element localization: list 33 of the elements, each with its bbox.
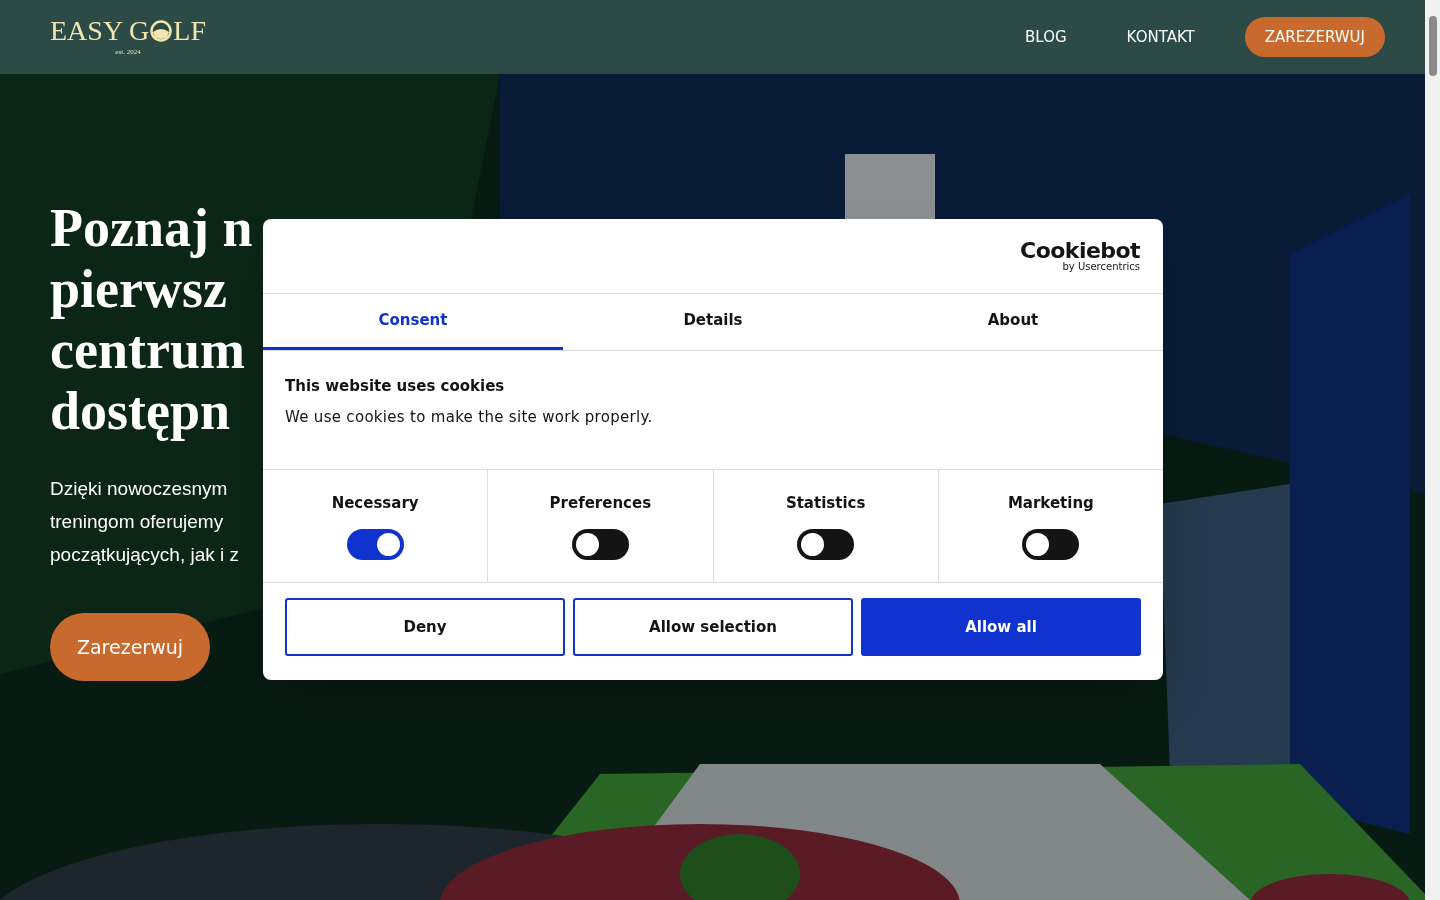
dialog-tab[interactable]: Details xyxy=(563,294,863,350)
logo-text: EASY G xyxy=(50,16,150,45)
hero-text: Dzięki nowoczesnym xyxy=(50,477,228,501)
toggle-switch[interactable] xyxy=(797,528,855,560)
hero-text: początkujących, jak i z xyxy=(50,543,240,567)
hero-heading: dostępn xyxy=(50,381,231,442)
hero-heading: pierwsz xyxy=(50,259,227,320)
category-label: Statistics xyxy=(785,493,866,515)
dialog-tab[interactable]: Consent xyxy=(263,294,563,350)
logo-text: LF xyxy=(173,16,206,45)
nav-link[interactable]: KONTAKT xyxy=(1126,25,1195,49)
toggle-switch[interactable] xyxy=(1022,528,1080,560)
hero-heading: centrum xyxy=(50,320,245,381)
category-label: Necessary xyxy=(331,493,419,515)
hero-text: treningom oferujemy xyxy=(50,510,224,534)
category-label: Marketing xyxy=(1007,493,1094,515)
brand-logo: Cookiebot xyxy=(1020,240,1140,262)
reserve-button[interactable]: ZAREZERWUJ xyxy=(1244,17,1385,57)
category-label: Preferences xyxy=(549,493,652,515)
dialog-text: We use cookies to make the site work properly. xyxy=(285,406,654,428)
hero-heading: Poznaj n xyxy=(50,198,253,259)
dialog-title: This website uses cookies xyxy=(285,376,506,397)
consent-button[interactable]: Deny xyxy=(285,598,565,656)
brand-subtitle: by Usercentrics xyxy=(1062,262,1140,272)
nav-link[interactable]: BLOG xyxy=(1025,25,1067,49)
consent-button[interactable]: Allow selection xyxy=(573,598,853,656)
scrollbar[interactable] xyxy=(1425,0,1440,900)
reserve-button[interactable]: Zarezerwuj xyxy=(50,613,210,681)
golf-ball-icon xyxy=(150,19,173,42)
dialog-tab[interactable]: About xyxy=(863,294,1163,350)
toggle-switch[interactable] xyxy=(571,528,629,560)
consent-button[interactable]: Allow all xyxy=(861,598,1141,656)
toggle-switch[interactable] xyxy=(346,528,404,560)
